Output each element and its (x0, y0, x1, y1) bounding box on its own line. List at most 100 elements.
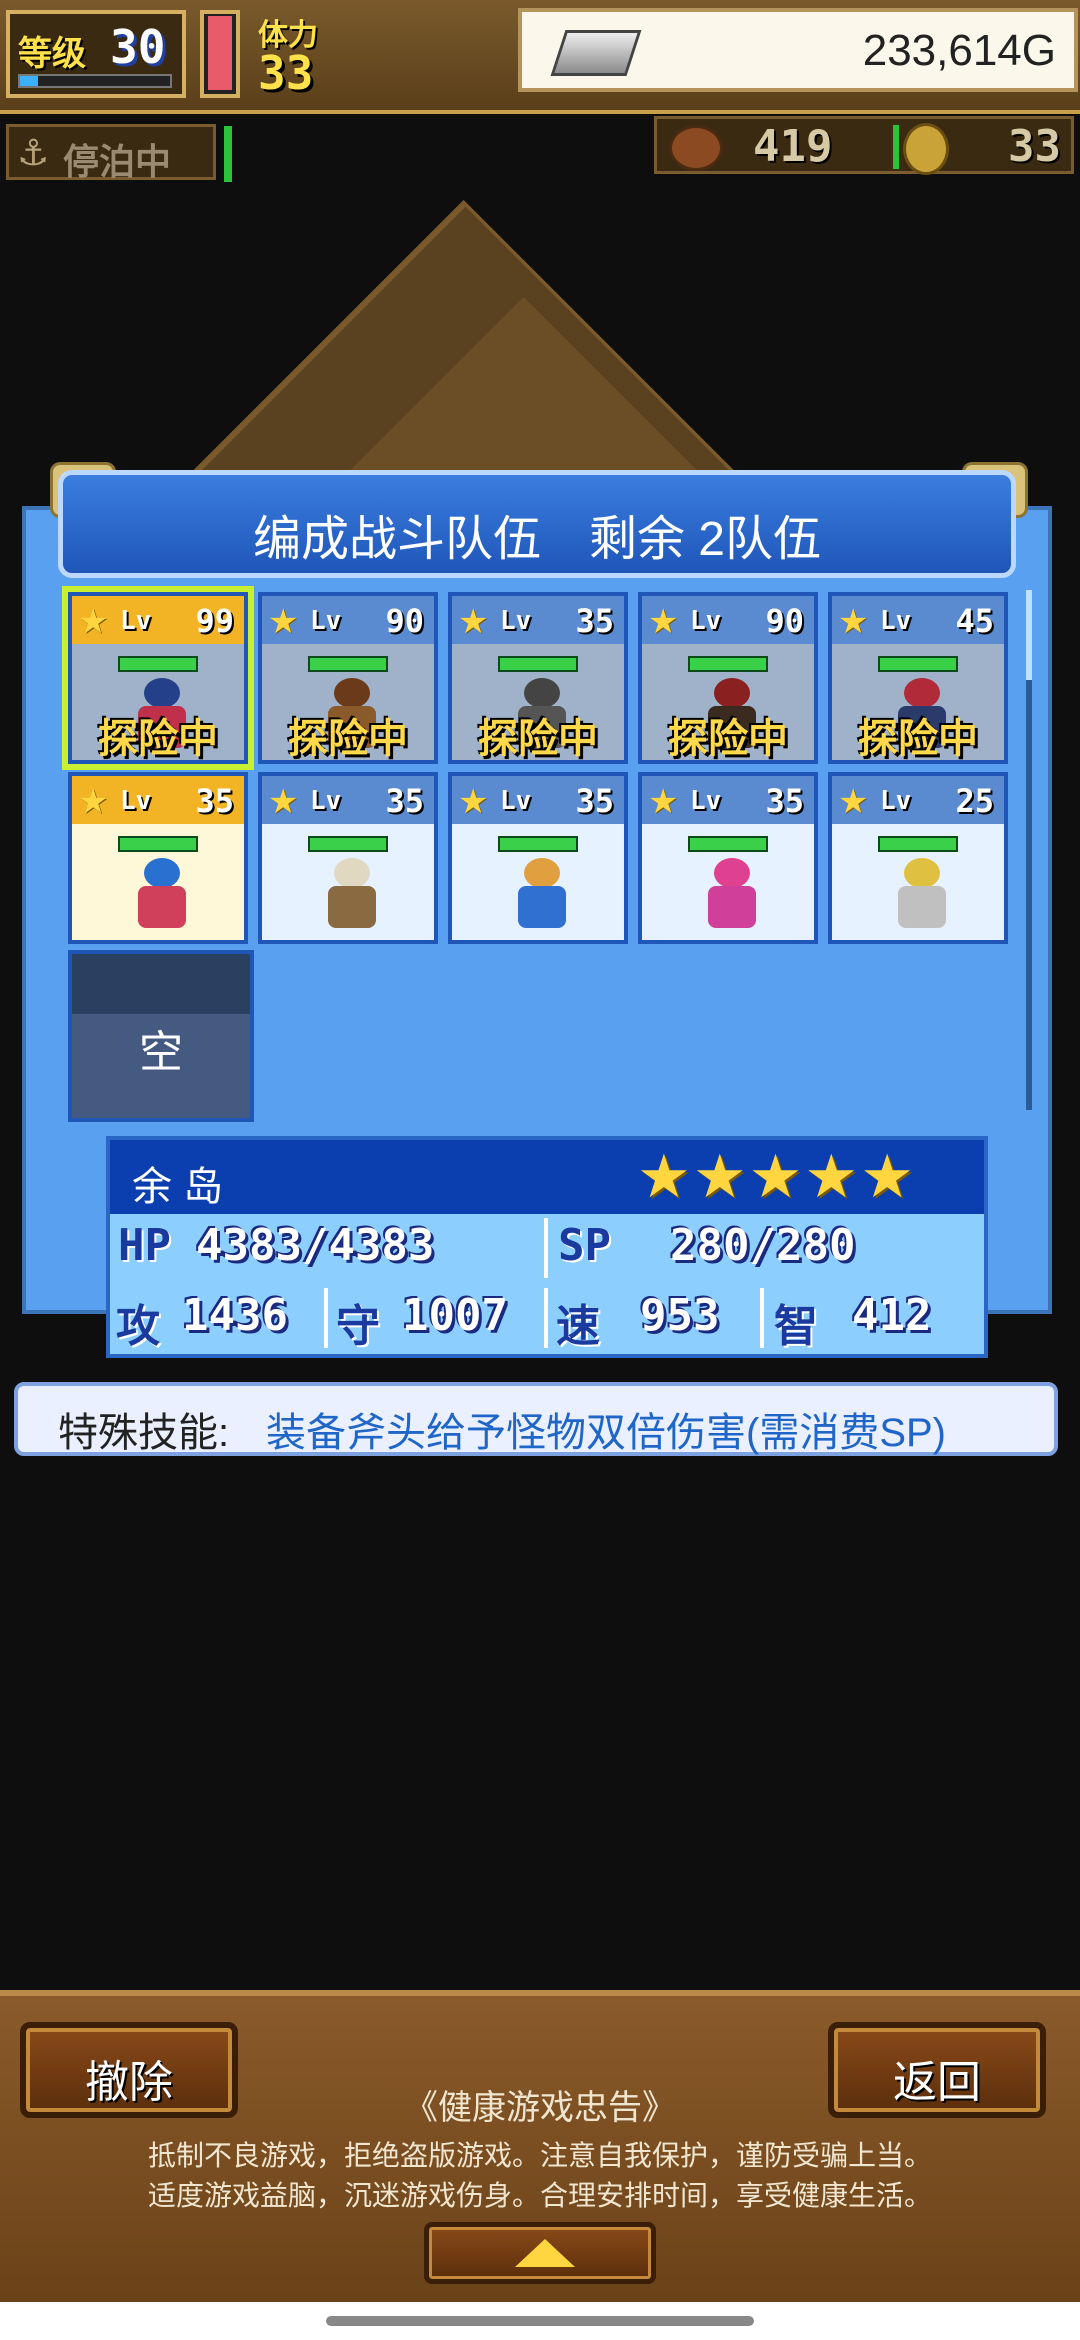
lv-value: 35 (195, 782, 234, 820)
expand-up-button[interactable] (424, 2222, 656, 2284)
lv-value: 25 (955, 782, 994, 820)
triangle-up-icon (515, 2239, 575, 2267)
party-slot-8[interactable]: ★ Lv 35 (448, 772, 628, 944)
star-icon: ★ (458, 602, 489, 642)
exp-bar (18, 74, 172, 88)
star-icon: ★ (838, 602, 869, 642)
lv-label: Lv (690, 786, 722, 816)
speed-label: 速 (556, 1301, 600, 1352)
hp-label: HP (118, 1220, 171, 1271)
attack-label: 攻 (116, 1301, 160, 1352)
health-notice-title: 《健康游戏忠告》 (404, 2089, 676, 2127)
lv-label: Lv (500, 606, 532, 636)
stamina-bar (200, 10, 240, 98)
party-slot-1[interactable]: ★ Lv 99 探险中 (62, 586, 254, 770)
party-slot-6[interactable]: ★ Lv 35 (68, 772, 248, 944)
skill-label: 特殊技能: (58, 1411, 230, 1455)
gold-display: 233,614G (518, 8, 1078, 92)
rarity-stars: ★★★★★ (637, 1142, 916, 1212)
lv-value: 90 (765, 602, 804, 640)
lv-value: 90 (385, 602, 424, 640)
food-icon (669, 125, 723, 171)
party-slot-3[interactable]: ★ Lv 35 探险中 (448, 592, 628, 764)
star-icon: ★ (648, 602, 679, 642)
star-icon: ★ (78, 782, 109, 822)
anchor-icon: ⚓ (17, 133, 50, 174)
attack-value: 1436 (182, 1290, 288, 1341)
star-icon: ★ (268, 602, 299, 642)
party-slot-9[interactable]: ★ Lv 35 (638, 772, 818, 944)
hp-bar (308, 656, 388, 672)
party-slot-2[interactable]: ★ Lv 90 探险中 (258, 592, 438, 764)
hp-bar (118, 836, 198, 852)
health-notice-line-1: 抵制不良游戏，拒绝盗版游戏。注意自我保护，谨防受骗上当。 (147, 2140, 932, 2171)
special-skill-bar: 特殊技能: 装备斧头给予怪物双倍伤害(需消费SP) (14, 1382, 1058, 1456)
party-slot-10[interactable]: ★ Lv 25 (828, 772, 1008, 944)
lv-label: Lv (500, 786, 532, 816)
lv-label: Lv (690, 606, 722, 636)
status-tag: 探险中 (478, 716, 598, 762)
party-list-scrollbar[interactable] (1026, 590, 1032, 1110)
lv-value: 45 (955, 602, 994, 640)
hp-value: 4383/4383 (196, 1220, 435, 1271)
lv-label: Lv (880, 786, 912, 816)
status-tag: 探险中 (668, 716, 788, 762)
skill-description: 装备斧头给予怪物双倍伤害(需消费SP) (266, 1411, 946, 1455)
hp-bar (688, 836, 768, 852)
character-sprite (122, 858, 202, 930)
lv-label: Lv (310, 786, 342, 816)
stats-row-attributes: 攻 1436 守 1007 速 953 智 412 (110, 1284, 984, 1352)
star-icon: ★ (268, 782, 299, 822)
lv-label: Lv (120, 786, 152, 816)
defense-value: 1007 (402, 1290, 508, 1341)
empty-party-slot[interactable]: 空 (68, 950, 254, 1122)
coin-icon (903, 123, 949, 175)
star-icon: ★ (648, 782, 679, 822)
resource-divider (893, 125, 899, 169)
intellect-label: 智 (774, 1301, 818, 1352)
character-sprite (502, 858, 582, 930)
lv-value: 35 (765, 782, 804, 820)
lv-label: Lv (310, 606, 342, 636)
character-stats-panel: 余 岛 ★★★★★ HP 4383/4383 SP 280/280 攻 1436… (106, 1136, 988, 1358)
resources-bar: 419 33 (654, 116, 1074, 175)
dock-indicator (224, 126, 232, 182)
coin-count: 33 (1008, 121, 1061, 172)
empty-slot-label: 空 (139, 1028, 183, 1077)
home-indicator[interactable] (326, 2316, 754, 2326)
character-sprite (882, 858, 962, 930)
lv-value: 35 (575, 602, 614, 640)
level-value: 30 (110, 20, 166, 74)
lv-label: Lv (880, 606, 912, 636)
dialog-title: 编成战斗队伍 剩余 2队伍 (252, 513, 822, 566)
defense-label: 守 (336, 1301, 380, 1352)
star-icon: ★ (458, 782, 489, 822)
hp-bar (498, 656, 578, 672)
intellect-value: 412 (852, 1290, 932, 1341)
party-slot-7[interactable]: ★ Lv 35 (258, 772, 438, 944)
dialog-title-bar: 编成战斗队伍 剩余 2队伍 (58, 470, 1016, 578)
status-tag: 探险中 (858, 716, 978, 762)
health-notice-line-2: 适度游戏益脑，沉迷游戏伤身。合理安排时间，享受健康生活。 (147, 2180, 932, 2211)
character-sprite (312, 858, 392, 930)
character-sprite (692, 858, 772, 930)
stats-row-hp-sp: HP 4383/4383 SP 280/280 (110, 1214, 984, 1282)
party-slot-5[interactable]: ★ Lv 45 探险中 (828, 592, 1008, 764)
system-nav-bar (0, 2302, 1080, 2340)
lv-value: 35 (575, 782, 614, 820)
hp-bar (878, 836, 958, 852)
dock-status: ⚓ 停泊中 (6, 124, 216, 183)
hp-bar (878, 656, 958, 672)
gold-amount: 233,614G (862, 26, 1056, 75)
party-slot-4[interactable]: ★ Lv 90 探险中 (638, 592, 818, 764)
food-count: 419 (753, 121, 833, 172)
selection-frame (62, 586, 254, 770)
hp-bar (498, 836, 578, 852)
dock-status-label: 停泊中 (63, 142, 172, 183)
level-label: 等级 (18, 34, 86, 74)
star-icon: ★ (838, 782, 869, 822)
sp-value: 280/280 (670, 1220, 856, 1271)
player-level-box: 等级 30 (6, 10, 186, 98)
sp-label: SP (558, 1220, 611, 1271)
silver-ingot-icon (550, 30, 642, 76)
